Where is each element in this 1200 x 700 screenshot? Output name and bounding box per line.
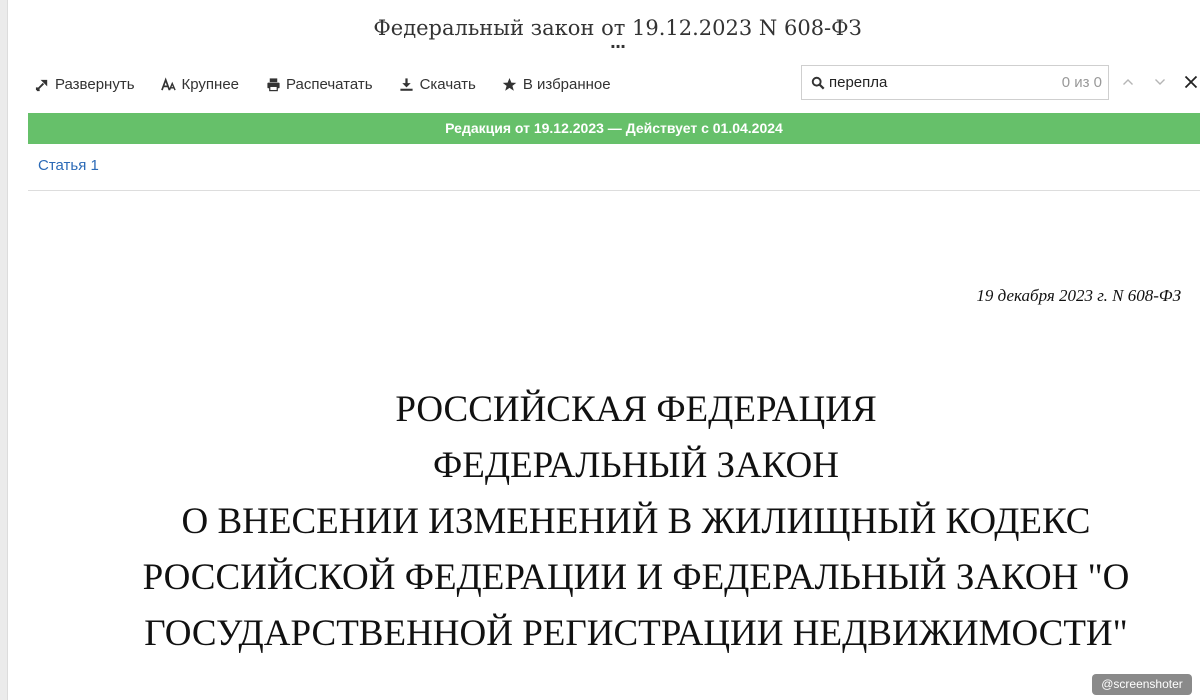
download-label: Скачать [419,75,476,93]
close-icon [1184,75,1198,89]
expand-arrow-icon [33,75,51,93]
search-result-count: 0 из 0 [1061,74,1102,91]
screenshoter-watermark: @screenshoter [1092,674,1192,695]
search-icon [810,75,826,91]
expand-button[interactable]: Развернуть [33,75,135,93]
favorites-label: В избранное [522,75,611,93]
divider [28,190,1200,191]
search-input[interactable] [829,74,1039,91]
search-box: 0 из 0 [801,65,1109,100]
add-to-favorites-button[interactable]: В избранное [501,75,611,93]
heading-line: РОССИЙСКАЯ ФЕДЕРАЦИЯ [395,389,877,430]
print-button[interactable]: Распечатать [264,75,373,93]
expand-label: Развернуть [55,75,135,93]
star-icon [501,75,519,93]
chevron-up-icon [1123,79,1133,85]
printer-icon [264,75,282,93]
chevron-down-icon [1155,79,1165,85]
left-scroll-strip [0,0,8,700]
larger-font-button[interactable]: Крупнее [160,75,240,93]
font-size-icon [160,75,178,93]
download-icon [398,75,416,93]
close-search-button[interactable] [1181,71,1200,93]
more-options-button[interactable]: ... [0,33,1200,52]
heading-line: ГОСУДАРСТВЕННОЙ РЕГИСТРАЦИИ НЕДВИЖИМОСТИ… [144,613,1128,654]
document-heading: РОССИЙСКАЯ ФЕДЕРАЦИЯ ФЕДЕРАЛЬНЫЙ ЗАКОН О… [60,382,1200,662]
heading-line: РОССИЙСКОЙ ФЕДЕРАЦИИ И ФЕДЕРАЛЬНЫЙ ЗАКОН… [142,557,1130,598]
next-match-button[interactable] [1151,73,1169,91]
heading-line: О ВНЕСЕНИИ ИЗМЕНЕНИЙ В ЖИЛИЩНЫЙ КОДЕКС [181,501,1091,542]
print-label: Распечатать [286,75,373,93]
larger-font-label: Крупнее [181,75,240,93]
previous-match-button[interactable] [1119,73,1137,91]
document-date: 19 декабря 2023 г. N 608-ФЗ [976,286,1181,305]
edition-status-bar: Редакция от 19.12.2023 — Действует с 01.… [28,113,1200,144]
heading-line: ФЕДЕРАЛЬНЫЙ ЗАКОН [433,445,839,486]
document-toolbar: Развернуть Крупнее Распечатать Скачать В… [33,73,636,95]
toc-link-article-1[interactable]: Статья 1 [38,157,99,174]
download-button[interactable]: Скачать [398,75,476,93]
